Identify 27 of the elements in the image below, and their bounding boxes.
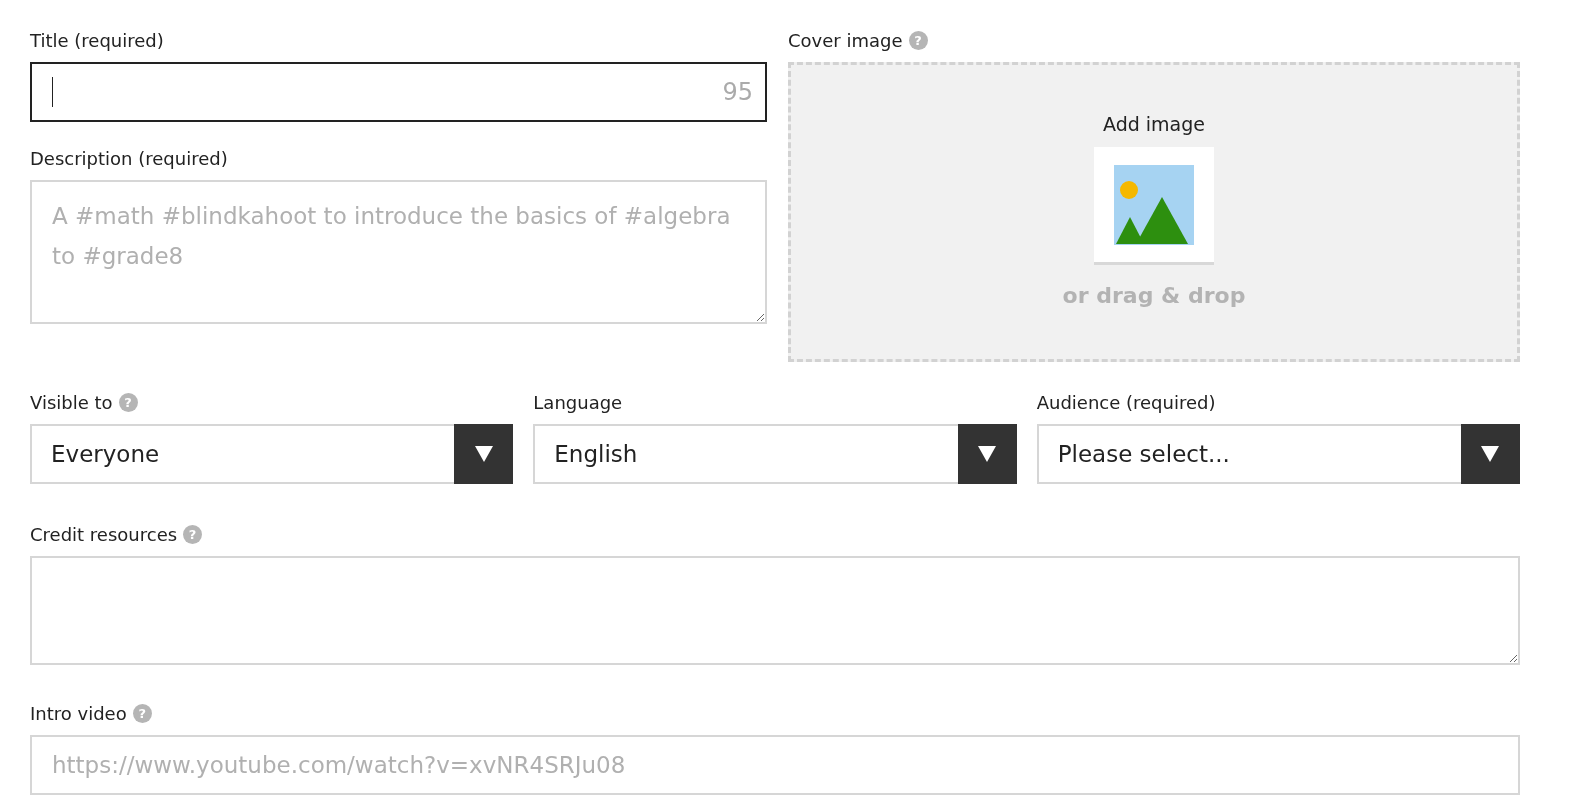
drag-drop-hint: or drag & drop xyxy=(1062,283,1246,308)
field-label: Language xyxy=(533,391,623,413)
caret-icon xyxy=(474,446,493,462)
title-input[interactable]: 95 xyxy=(30,62,767,122)
help-icon[interactable]: ? xyxy=(908,30,928,50)
dropdown-select[interactable]: English xyxy=(533,424,1017,484)
description-textarea[interactable]: A #math #blindkahoot to introduce the basics of #algebra to #grade8 xyxy=(30,180,767,324)
caret-icon xyxy=(978,446,997,462)
help-icon[interactable]: ? xyxy=(118,392,138,412)
field-label: Description (required) xyxy=(30,147,228,169)
field-label: Credit resources xyxy=(30,523,178,545)
dropdown-select[interactable]: Everyone xyxy=(30,424,514,484)
add-image-label: Add image xyxy=(1103,113,1205,135)
field-label: Visible to xyxy=(30,391,113,413)
video-url-input[interactable]: https://www.youtube.com/watch?v=xvNR4SRJu08 xyxy=(30,735,1520,795)
landscape-image-icon xyxy=(1114,164,1194,245)
field-label: Intro video xyxy=(30,702,127,724)
field-label: Audience (required) xyxy=(1036,391,1216,413)
character-counter: 95 xyxy=(722,78,753,106)
image-drop-zone[interactable]: Add image or drag & drop xyxy=(788,62,1520,362)
dropdown-select[interactable]: Please select... xyxy=(1036,424,1520,484)
help-icon[interactable]: ? xyxy=(183,524,203,544)
caret-icon xyxy=(1481,446,1500,462)
field-label: Cover image xyxy=(788,29,903,51)
field-label: Title (required) xyxy=(30,29,164,51)
help-icon[interactable]: ? xyxy=(132,703,152,723)
add-image-button[interactable] xyxy=(1094,147,1214,265)
